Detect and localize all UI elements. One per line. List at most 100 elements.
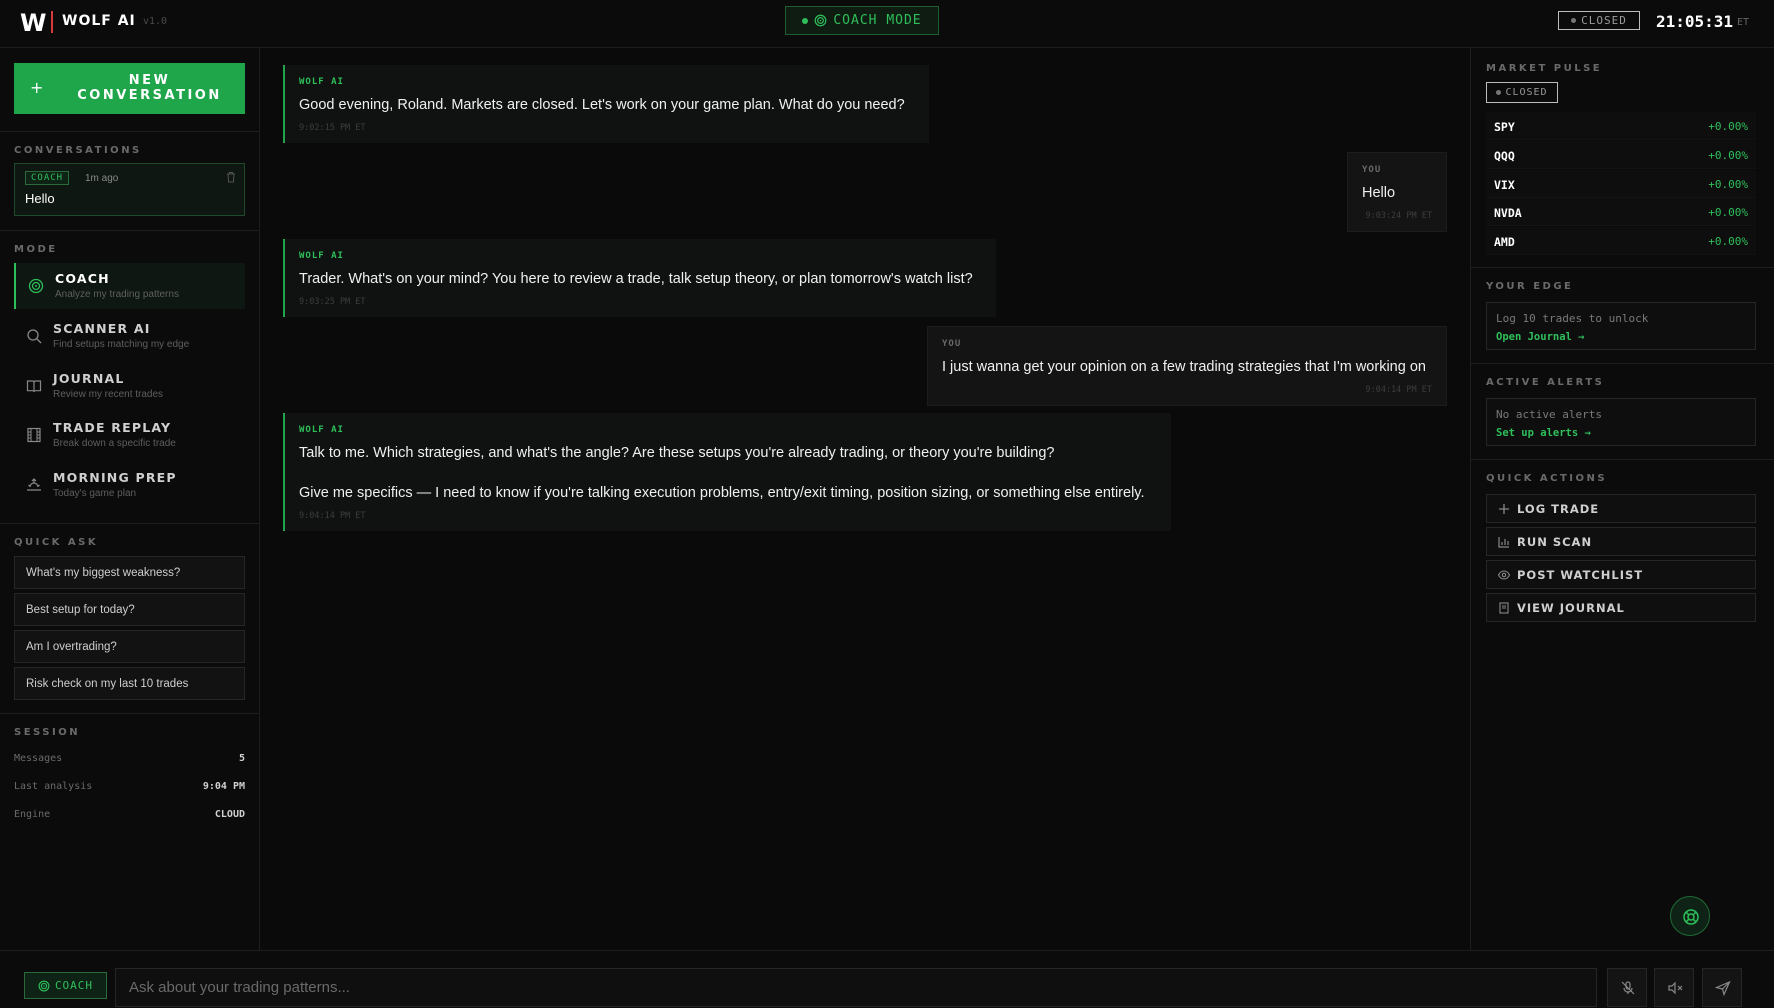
app-version: v1.0 <box>143 16 168 27</box>
view-journal-button[interactable]: VIEW JOURNAL <box>1486 593 1756 622</box>
message-sender: WOLF AI <box>299 77 344 87</box>
mode-chip-label: COACH <box>54 979 94 992</box>
chat-input[interactable] <box>115 968 1597 1007</box>
help-fab-button[interactable] <box>1670 896 1710 936</box>
mode-chip[interactable]: COACH <box>24 972 107 999</box>
plus-icon <box>1499 504 1509 514</box>
message-sender: WOLF AI <box>299 425 344 435</box>
user-message: YOU Hello 9:03:24 PM ET <box>1347 152 1447 232</box>
mode-item-trade-replay[interactable]: TRADE REPLAY Break down a specific trade <box>14 412 245 458</box>
conversation-item[interactable]: COACH 1m ago Hello <box>14 163 245 216</box>
top-header: W WOLF AI v1.0 COACH MODE CLOSED 21:05:3… <box>0 0 1774 48</box>
divider <box>0 230 259 231</box>
market-status-label: CLOSED <box>1505 87 1548 98</box>
ai-message: WOLF AI Talk to me. Which strategies, an… <box>283 413 1171 531</box>
message-text: Trader. What's on your mind? You here to… <box>299 271 973 287</box>
message-time: 9:02:15 PM ET <box>299 123 366 133</box>
divider <box>1471 363 1774 364</box>
status-dot-icon <box>802 17 809 24</box>
session-row-messages: Messages 5 <box>14 753 245 764</box>
message-sender: YOU <box>1362 165 1382 175</box>
quick-actions-heading: QUICK ACTIONS <box>1486 473 1608 484</box>
send-button[interactable] <box>1702 968 1742 1007</box>
mode-item-coach[interactable]: COACH Analyze my trading patterns <box>14 263 245 309</box>
your-edge-card: Log 10 trades to unlock Open Journal → <box>1486 302 1756 350</box>
ticker-change: +0.00% <box>1708 149 1748 162</box>
ticker-row[interactable]: AMD +0.00% <box>1486 227 1756 255</box>
message-text: I just wanna get your opinion on a few t… <box>942 359 1426 375</box>
status-dot-icon <box>1571 18 1577 23</box>
divider <box>0 131 259 132</box>
mode-heading: MODE <box>14 244 58 255</box>
mode-subtitle: Review my recent trades <box>53 389 164 400</box>
message-sender: WOLF AI <box>299 251 344 261</box>
divider <box>1471 267 1774 268</box>
ticker-change: +0.00% <box>1708 120 1748 133</box>
run-scan-button[interactable]: RUN SCAN <box>1486 527 1756 556</box>
chat-area: WOLF AI Good evening, Roland. Markets ar… <box>260 48 1470 950</box>
market-pulse-heading: MARKET PULSE <box>1486 63 1603 74</box>
ticker-row[interactable]: NVDA +0.00% <box>1486 198 1756 226</box>
logo-divider <box>51 11 53 33</box>
session-row-engine: Engine CLOUD <box>14 809 245 820</box>
mode-title: SCANNER AI <box>53 321 151 336</box>
mode-title: MORNING PREP <box>53 470 177 485</box>
mode-subtitle: Today's game plan <box>53 488 137 499</box>
book-icon <box>26 380 42 393</box>
mode-indicator-label: COACH MODE <box>833 13 922 28</box>
lifebuoy-icon <box>1683 909 1699 925</box>
quick-ask-button[interactable]: What's my biggest weakness? <box>14 556 245 589</box>
user-message: YOU I just wanna get your opinion on a f… <box>927 326 1447 406</box>
new-conversation-button[interactable]: + NEW CONVERSATION <box>14 63 245 114</box>
mode-subtitle: Analyze my trading patterns <box>55 289 179 300</box>
market-status-badge: CLOSED <box>1486 82 1558 103</box>
mute-button[interactable] <box>1654 968 1694 1007</box>
right-sidebar: MARKET PULSE CLOSED SPY +0.00% QQQ +0.00… <box>1470 48 1774 950</box>
ticker-row[interactable]: SPY +0.00% <box>1486 112 1756 140</box>
chat-input-bar: COACH <box>0 950 1774 1008</box>
quick-action-label: LOG TRADE <box>1517 501 1600 516</box>
quick-action-label: POST WATCHLIST <box>1517 567 1644 582</box>
mode-item-journal[interactable]: JOURNAL Review my recent trades <box>14 363 245 409</box>
mode-item-scanner-ai[interactable]: SCANNER AI Find setups matching my edge <box>14 313 245 359</box>
mode-item-morning-prep[interactable]: MORNING PREP Today's game plan <box>14 462 245 508</box>
log-trade-button[interactable]: LOG TRADE <box>1486 494 1756 523</box>
target-icon <box>28 278 44 294</box>
ticker-change: +0.00% <box>1708 235 1748 248</box>
mode-subtitle: Find setups matching my edge <box>53 339 190 350</box>
message-time: 9:04:14 PM ET <box>299 511 366 521</box>
divider <box>1471 459 1774 460</box>
ticker-row[interactable]: QQQ +0.00% <box>1486 141 1756 169</box>
mic-off-icon <box>1621 981 1635 995</box>
set-up-alerts-link[interactable]: Set up alerts → <box>1496 427 1591 439</box>
mic-off-button[interactable] <box>1607 968 1647 1007</box>
speaker-mute-icon <box>1668 981 1683 995</box>
clock-timezone: ET <box>1737 17 1750 28</box>
open-journal-link[interactable]: Open Journal → <box>1496 331 1585 343</box>
quick-ask-button[interactable]: Risk check on my last 10 trades <box>14 667 245 700</box>
your-edge-heading: YOUR EDGE <box>1486 281 1574 292</box>
target-icon <box>814 14 827 27</box>
bar-chart-icon <box>1498 537 1509 548</box>
quick-ask-button[interactable]: Am I overtrading? <box>14 630 245 663</box>
market-status-badge: CLOSED <box>1558 11 1640 30</box>
app-name: WOLF AI <box>62 13 136 29</box>
session-value: 5 <box>238 753 245 764</box>
mode-title: COACH <box>55 271 110 286</box>
ai-message: WOLF AI Trader. What's on your mind? You… <box>283 239 996 317</box>
session-value: 9:04 PM <box>202 781 245 792</box>
ticker-row[interactable]: VIX +0.00% <box>1486 170 1756 198</box>
mode-title: TRADE REPLAY <box>53 420 172 435</box>
send-icon <box>1715 980 1731 996</box>
quick-action-label: RUN SCAN <box>1517 534 1593 549</box>
alerts-text: No active alerts <box>1496 408 1602 421</box>
market-status-label: CLOSED <box>1581 14 1627 27</box>
search-icon <box>27 329 42 344</box>
session-heading: SESSION <box>14 727 81 738</box>
ticker-symbol: SPY <box>1494 120 1515 134</box>
quick-ask-button[interactable]: Best setup for today? <box>14 593 245 626</box>
new-conversation-label: NEW CONVERSATION <box>77 73 222 103</box>
trash-icon[interactable] <box>226 171 236 183</box>
post-watchlist-button[interactable]: POST WATCHLIST <box>1486 560 1756 589</box>
left-sidebar: + NEW CONVERSATION CONVERSATIONS COACH 1… <box>0 48 260 950</box>
